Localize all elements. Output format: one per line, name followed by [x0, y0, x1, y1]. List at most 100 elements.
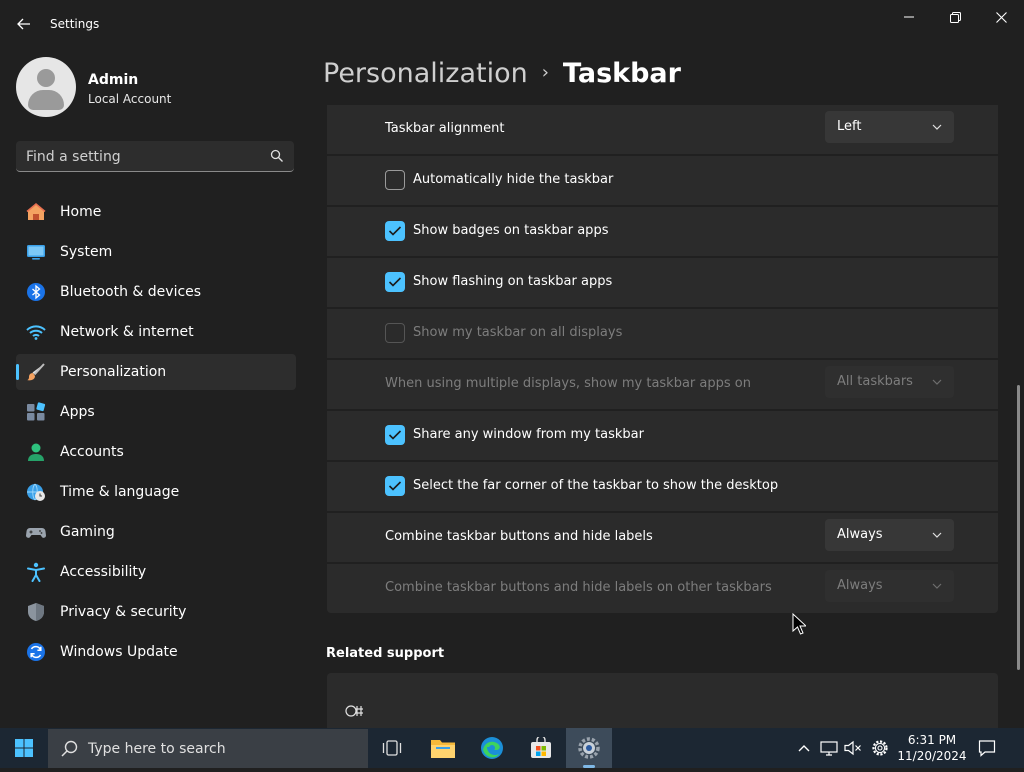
setting-row-flashing: Show flashing on taskbar apps [327, 258, 998, 307]
clock-date: 11/20/2024 [897, 749, 967, 763]
notification-icon [978, 740, 996, 757]
checkbox-label[interactable]: Select the far corner of the taskbar to … [413, 478, 778, 493]
taskbar-search-input[interactable]: Type here to search [48, 729, 368, 768]
chevron-down-icon [932, 532, 942, 538]
setting-row-all-displays: Show my taskbar on all displays [327, 309, 998, 358]
home-icon [26, 202, 46, 220]
sidebar-item-label: Personalization [60, 364, 167, 380]
checkbox-label[interactable]: Show badges on taskbar apps [413, 223, 608, 238]
sidebar-item-system[interactable]: System [16, 234, 296, 270]
sidebar-item-home[interactable]: Home [16, 194, 296, 230]
taskbar-behaviors-card: Taskbar alignment Left Automatically hid… [327, 105, 998, 615]
checkmark-icon [388, 226, 402, 236]
chevron-down-icon [932, 124, 942, 130]
dropdown-value: All taskbars [837, 374, 913, 389]
profile-name: Admin [88, 72, 139, 88]
close-icon [995, 11, 1007, 23]
apps-icon [27, 402, 46, 421]
search-input[interactable]: Find a setting [16, 141, 294, 172]
multi-display-dropdown: All taskbars [825, 366, 954, 398]
file-explorer-button[interactable] [420, 728, 466, 768]
volume-muted-icon [844, 740, 861, 756]
setting-row-combine-other: Combine taskbar buttons and hide labels … [327, 564, 998, 613]
store-button[interactable] [518, 728, 564, 768]
setting-row-auto-hide: Automatically hide the taskbar [327, 156, 998, 205]
network-tray-button[interactable] [818, 728, 840, 768]
checkmark-icon [388, 277, 402, 287]
gamepad-icon [26, 528, 46, 538]
sidebar-item-personalization[interactable]: Personalization [16, 354, 296, 390]
volume-tray-button[interactable] [842, 728, 864, 768]
sidebar-item-privacy-security[interactable]: Privacy & security [16, 594, 296, 630]
title-bar: Settings [0, 0, 1024, 48]
settings-tray-button[interactable] [868, 728, 892, 768]
setting-label: Taskbar alignment [385, 121, 505, 136]
edge-icon [481, 737, 503, 759]
taskbar-alignment-dropdown[interactable]: Left [825, 111, 954, 143]
system-icon [27, 245, 45, 260]
sidebar-item-label: Home [60, 204, 102, 220]
auto-hide-checkbox[interactable] [385, 170, 405, 190]
avatar [16, 57, 76, 117]
shield-icon [28, 603, 44, 621]
sidebar-item-network[interactable]: Network & internet [16, 314, 296, 350]
minimize-button[interactable] [886, 2, 932, 32]
flashing-checkbox[interactable] [385, 272, 405, 292]
breadcrumb-parent[interactable]: Personalization [323, 58, 528, 89]
page-title: Taskbar [562, 58, 681, 89]
start-button[interactable] [4, 728, 44, 768]
maximize-icon [949, 11, 961, 23]
checkmark-icon [388, 481, 402, 491]
related-support-heading: Related support [326, 646, 445, 661]
sidebar-item-apps[interactable]: Apps [16, 394, 296, 430]
gear-icon [872, 740, 888, 756]
clock-time: 6:31 PM [907, 733, 957, 747]
sidebar-item-label: Gaming [60, 524, 115, 540]
share-window-checkbox[interactable] [385, 425, 405, 445]
settings-app-button[interactable] [566, 728, 612, 768]
sidebar-item-label: Accounts [60, 444, 124, 460]
taskbar-clock[interactable]: 6:31 PM 11/20/2024 [896, 732, 968, 764]
back-button[interactable] [12, 12, 36, 36]
sidebar-item-label: Time & language [60, 484, 180, 500]
checkbox-label[interactable]: Show flashing on taskbar apps [413, 274, 612, 289]
breadcrumb-separator: › [541, 62, 549, 83]
badges-checkbox[interactable] [385, 221, 405, 241]
checkbox-label[interactable]: Automatically hide the taskbar [413, 172, 613, 187]
sidebar-item-gaming[interactable]: Gaming [16, 514, 296, 550]
sidebar-nav: Home System Bluetooth & devices Network … [16, 194, 296, 674]
scrollbar[interactable] [1017, 385, 1020, 670]
sidebar-item-label: System [60, 244, 113, 260]
mouse-cursor-icon [792, 613, 806, 635]
notification-button[interactable] [974, 728, 1000, 768]
breadcrumb: Personalization › Taskbar [323, 58, 681, 89]
far-corner-checkbox[interactable] [385, 476, 405, 496]
app-title: Settings [50, 17, 100, 31]
checkbox-label[interactable]: Share any window from my taskbar [413, 427, 644, 442]
setting-row-share-window: Share any window from my taskbar [327, 411, 998, 460]
combine-buttons-dropdown[interactable]: Always [825, 519, 954, 551]
setting-label: Combine taskbar buttons and hide labels [385, 529, 653, 544]
sidebar-item-time-language[interactable]: Time & language [16, 474, 296, 510]
task-view-icon [382, 740, 402, 756]
dropdown-value: Always [837, 578, 883, 593]
edge-button[interactable] [469, 728, 515, 768]
sidebar-item-label: Bluetooth & devices [60, 284, 202, 300]
close-button[interactable] [978, 2, 1024, 32]
task-view-button[interactable] [369, 728, 415, 768]
sidebar-item-windows-update[interactable]: Windows Update [16, 634, 296, 670]
search-icon [61, 740, 78, 757]
setting-row-multi-display: When using multiple displays, show my ta… [327, 360, 998, 409]
setting-label: When using multiple displays, show my ta… [385, 376, 751, 391]
taskbar: Type here to search 6:31 PM 11/20/2024 [0, 728, 1024, 768]
bluetooth-icon [27, 283, 45, 301]
sidebar-item-accessibility[interactable]: Accessibility [16, 554, 296, 590]
sidebar-item-bluetooth[interactable]: Bluetooth & devices [16, 274, 296, 310]
network-icon [820, 741, 838, 756]
checkbox-label: Show my taskbar on all displays [413, 325, 623, 340]
maximize-button[interactable] [932, 2, 978, 32]
related-support-card[interactable] [327, 673, 998, 728]
show-hidden-icons-button[interactable] [794, 728, 814, 768]
dropdown-value: Left [837, 119, 862, 134]
sidebar-item-accounts[interactable]: Accounts [16, 434, 296, 470]
